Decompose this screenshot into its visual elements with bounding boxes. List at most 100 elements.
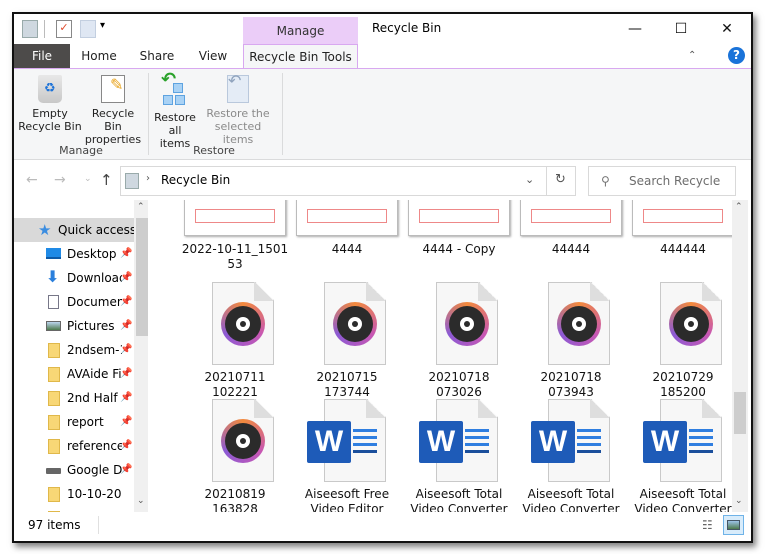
file-item[interactable]: 444444 [629, 200, 732, 257]
window-title: Recycle Bin [372, 21, 442, 35]
nav-item-label: Documents [67, 295, 122, 309]
nav-item-documents[interactable]: Documents📌 [14, 290, 134, 314]
nav-item-google-d[interactable]: Google D 📌 [14, 458, 134, 482]
navigation-bar: ← → ⌄ ↑ › Recycle Bin ⌄ ↻ ⚲ Search Recyc… [14, 164, 751, 216]
scroll-up-icon[interactable]: ⌃ [735, 202, 743, 212]
refresh-icon[interactable]: ↻ [555, 172, 566, 187]
tab-home[interactable]: Home [74, 44, 124, 68]
pin-icon: 📌 [120, 440, 133, 451]
button-label: Restore the [206, 107, 270, 120]
address-dropdown-icon[interactable]: ⌄ [525, 173, 534, 186]
recycle-bin-properties-button[interactable]: ✎ Recycle Bin properties [82, 75, 144, 146]
restore-all-items-button[interactable]: ↶ Restore all items [152, 71, 198, 151]
file-item[interactable]: 4444 - Copy [405, 200, 513, 257]
file-item[interactable]: 20210729 185200 [629, 282, 732, 400]
scrollbar-thumb[interactable] [136, 218, 148, 336]
minimize-button[interactable]: — [612, 14, 658, 44]
nav-item-reference[interactable]: reference 📌 [14, 434, 134, 458]
file-item[interactable]: 4444 [293, 200, 401, 257]
help-button[interactable]: ? [728, 47, 745, 64]
file-name: 2022-10-11_1501 53 [181, 242, 289, 271]
nav-item-2ndsem-1[interactable]: 2ndsem-1 📌 [14, 338, 134, 362]
collapse-ribbon-icon[interactable]: ⌃ [688, 50, 696, 61]
file-item[interactable]: W Aiseesoft Total Video Converter [517, 399, 625, 512]
breadcrumb[interactable]: Recycle Bin [161, 173, 230, 187]
image-thumbnail [296, 200, 398, 236]
recent-locations-button[interactable]: ⌄ [84, 174, 92, 184]
maximize-button[interactable]: ☐ [658, 14, 704, 44]
details-view-button[interactable]: ☷ [702, 516, 720, 534]
recycle-bin-icon: ♻ [38, 75, 62, 103]
file-item[interactable]: 20210718 073026 [405, 282, 513, 400]
file-name: Aiseesoft Total Video Converter [410, 487, 508, 512]
address-bar[interactable]: › Recycle Bin ⌄ ↻ [120, 166, 576, 196]
disc-icon [445, 302, 489, 346]
file-item[interactable]: W Aiseesoft Total Video Converter [629, 399, 732, 512]
navigation-pane: ⌃ ⌄ ★Quick accessDesktop📌⬇Downloads📌Docu… [14, 200, 148, 512]
search-input[interactable]: ⚲ Search Recycle Bin [588, 166, 736, 216]
breadcrumb-chevron-icon: › [146, 173, 150, 184]
tab-file[interactable]: File [14, 44, 70, 68]
nav-item-desktop[interactable]: Desktop 📌 [14, 242, 134, 266]
nav-item-label: 10-10-2022-I [67, 487, 122, 501]
folder-icon [46, 487, 61, 502]
disc-icon [221, 419, 265, 463]
back-button[interactable]: ← [26, 172, 38, 188]
file-item[interactable]: 20210711 102221 [181, 282, 289, 400]
properties-quick-icon[interactable]: ✓ [56, 20, 72, 38]
new-folder-quick-icon[interactable] [80, 20, 96, 38]
nav-item-label: 2ndsem-1 [67, 343, 122, 357]
nav-item-label: Quick access [58, 223, 134, 237]
nav-scrollbar[interactable]: ⌃ ⌄ [134, 200, 148, 512]
nav-item-2nd-half[interactable]: 2nd Half 📌 [14, 386, 134, 410]
nav-item-label: AVAide Fi [67, 367, 122, 381]
nav-item-quick-access[interactable]: ★ Quick access [14, 218, 134, 242]
file-name: 20210819 163828 [204, 487, 266, 512]
folder-icon [46, 391, 61, 406]
pin-icon: 📌 [120, 392, 133, 403]
tab-recycle-bin-tools[interactable]: Recycle Bin Tools [243, 44, 358, 69]
divider [98, 516, 99, 534]
file-item[interactable]: 20210715 173744 [293, 282, 401, 400]
scroll-up-icon[interactable]: ⌃ [137, 202, 145, 212]
scroll-down-icon[interactable]: ⌄ [137, 496, 145, 506]
nav-item-report[interactable]: report 📌 [14, 410, 134, 434]
large-icons-view-button[interactable] [723, 515, 744, 535]
button-label: Recycle Bin [91, 107, 135, 133]
scrollbar-thumb[interactable] [734, 392, 746, 434]
word-logo-icon: W [307, 421, 351, 463]
empty-recycle-bin-button[interactable]: ♻ Empty Recycle Bin [18, 75, 82, 133]
close-button[interactable]: ✕ [704, 14, 750, 44]
forward-button[interactable]: → [54, 172, 66, 188]
disc-icon [333, 302, 377, 346]
file-item[interactable]: W Aiseesoft Free Video Editor [293, 399, 401, 512]
restore-all-icon: ↶ [159, 71, 191, 107]
content-scrollbar[interactable]: ⌃ ⌄ [732, 200, 748, 512]
file-item[interactable]: 20210718 073943 [517, 282, 625, 400]
nav-item-avaide-fi[interactable]: AVAide Fi 📌 [14, 362, 134, 386]
file-item[interactable]: 44444 [517, 200, 625, 257]
customize-quick-access-icon[interactable]: ▾ [100, 20, 105, 31]
restore-selected-items-button[interactable]: ↶ Restore the selected items [200, 73, 276, 147]
pin-icon: 📌 [120, 296, 133, 307]
file-item[interactable]: W Aiseesoft Total Video Converter [405, 399, 513, 512]
scroll-down-icon[interactable]: ⌄ [735, 496, 743, 506]
tab-view[interactable]: View [190, 44, 236, 68]
pin-icon: 📌 [120, 464, 133, 475]
nav-item-10-10-2022-i[interactable]: 10-10-2022-I [14, 482, 134, 506]
item-count: 97 items [28, 518, 81, 532]
file-item[interactable]: 20210819 163828 [181, 399, 289, 512]
nav-item-pictures[interactable]: Pictures 📌 [14, 314, 134, 338]
pin-icon: 📌 [120, 344, 133, 355]
folder-icon [46, 439, 61, 454]
file-name: 20210715 173744 [316, 370, 378, 399]
group-label-restore: Restore [193, 144, 235, 157]
tab-share[interactable]: Share [132, 44, 182, 68]
up-button[interactable]: ↑ [100, 171, 113, 189]
title-bar: ✓ ▾ Manage Recycle Bin — ☐ ✕ [14, 14, 751, 45]
file-item[interactable]: 2022-10-11_1501 53 [181, 200, 289, 272]
word-logo-icon: W [531, 421, 575, 463]
pin-icon: 📌 [120, 416, 133, 427]
nav-item-downloads[interactable]: ⬇ Downloads📌 [14, 266, 134, 290]
folder-icon [46, 415, 61, 430]
